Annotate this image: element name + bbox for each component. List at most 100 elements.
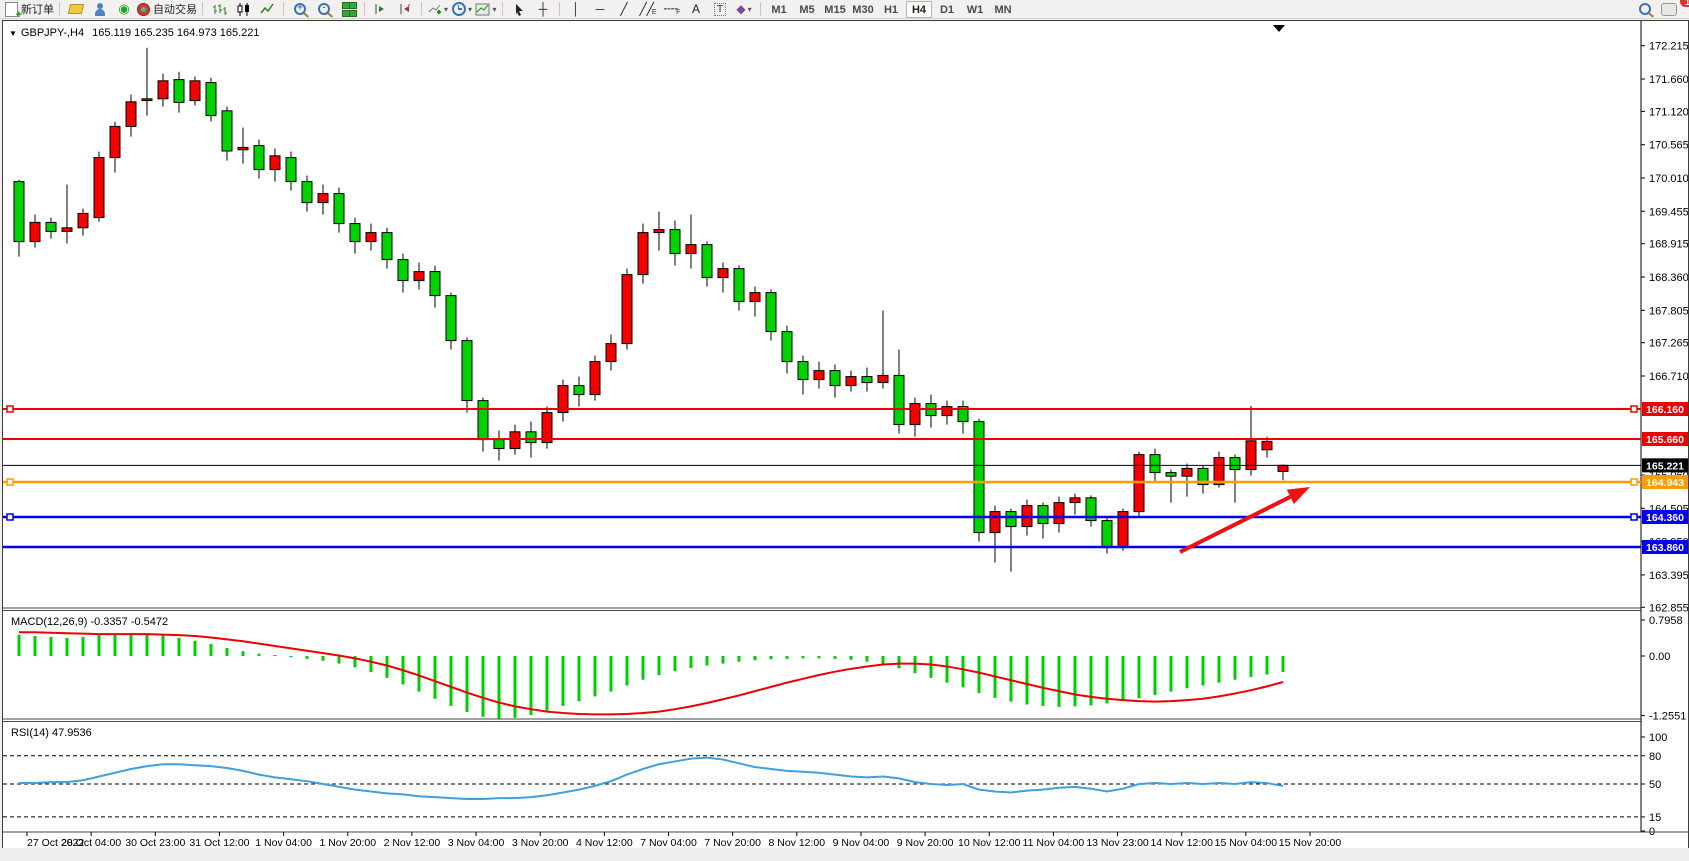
svg-text:0.00: 0.00	[1649, 651, 1670, 663]
signals-button[interactable]: ◉	[113, 1, 135, 18]
indicators-icon	[428, 3, 442, 16]
trendline-button[interactable]: ╱	[613, 1, 635, 18]
equidistant-channel-button[interactable]: ╱╱E	[637, 1, 659, 18]
tile-windows-button[interactable]	[337, 1, 359, 18]
candle	[302, 182, 312, 203]
macd-bar	[962, 656, 965, 687]
chevron-down-icon: ▾	[492, 5, 496, 14]
cursor-icon	[514, 3, 525, 16]
timeframe-MN[interactable]: MN	[990, 1, 1016, 18]
timeframe-M5[interactable]: M5	[794, 1, 820, 18]
svg-text:172.215: 172.215	[1649, 41, 1688, 53]
macd-bar	[194, 641, 197, 656]
candlestick-chart-icon	[236, 3, 251, 16]
indicators-button[interactable]: ▾	[427, 1, 449, 18]
symbol-period-label: GBPJPY-,H4	[21, 27, 84, 39]
macd-bar	[210, 644, 213, 656]
search-icon	[1639, 3, 1651, 15]
vertical-line-button[interactable]: │	[565, 1, 587, 18]
macd-bar	[1026, 656, 1029, 704]
chat-bubble-icon	[1661, 3, 1677, 16]
candle	[606, 344, 616, 362]
candle	[734, 269, 744, 302]
crosshair-icon: ┼	[539, 3, 548, 15]
cursor-button[interactable]	[508, 1, 530, 18]
market-watch-button[interactable]	[65, 1, 87, 18]
svg-text:164.360: 164.360	[1646, 512, 1684, 524]
chart-shift-button[interactable]	[394, 1, 416, 18]
autotrading-button[interactable]: 自动交易	[137, 1, 197, 18]
line-chart-icon	[260, 3, 275, 16]
search-button[interactable]	[1634, 1, 1656, 18]
trend-arrow[interactable]	[1180, 487, 1310, 552]
candle	[1102, 521, 1112, 548]
ohlc-values: 165.119 165.235 164.973 165.221	[92, 27, 259, 39]
line-chart-button[interactable]	[256, 1, 278, 18]
bar-chart-button[interactable]	[208, 1, 230, 18]
macd-bar	[370, 656, 373, 672]
candle	[1182, 468, 1192, 476]
candle	[782, 332, 792, 362]
macd-bar	[290, 656, 293, 657]
notifications-button[interactable]: 1	[1658, 1, 1680, 18]
auto-scroll-icon	[374, 3, 388, 15]
new-order-button[interactable]: + 新订单	[5, 1, 54, 18]
macd-bar	[594, 656, 597, 696]
macd-bar	[498, 656, 501, 719]
autotrading-label: 自动交易	[153, 1, 197, 17]
timeframe-W1[interactable]: W1	[962, 1, 988, 18]
svg-text:8 Nov 12:00: 8 Nov 12:00	[768, 837, 825, 848]
candle	[158, 81, 168, 99]
timeframe-H4[interactable]: H4	[906, 1, 932, 18]
svg-text:171.660: 171.660	[1649, 74, 1688, 86]
timeframe-M15[interactable]: M15	[822, 1, 848, 18]
timeframe-M30[interactable]: M30	[850, 1, 876, 18]
fibonacci-button[interactable]: ╌╌F	[661, 1, 683, 18]
candle	[14, 182, 24, 242]
svg-text:4 Nov 12:00: 4 Nov 12:00	[576, 837, 633, 848]
timeframe-H1[interactable]: H1	[878, 1, 904, 18]
text-button[interactable]: A	[685, 1, 707, 18]
candlestick-chart-button[interactable]	[232, 1, 254, 18]
crosshair-button[interactable]: ┼	[532, 1, 554, 18]
macd-bar	[178, 638, 181, 656]
svg-text:80: 80	[1649, 751, 1661, 763]
separator	[502, 2, 503, 16]
new-order-icon: +	[5, 2, 18, 17]
price-line-164.943[interactable]	[3, 479, 1641, 485]
macd-bar	[1250, 656, 1253, 677]
candle	[174, 80, 184, 103]
svg-text:11 Nov 04:00: 11 Nov 04:00	[1023, 837, 1085, 848]
price-line-164.360[interactable]	[3, 514, 1641, 520]
text-label-button[interactable]: T	[709, 1, 731, 18]
timeframe-M1[interactable]: M1	[766, 1, 792, 18]
macd-bar	[898, 656, 901, 668]
candle	[526, 432, 536, 443]
horizontal-line-button[interactable]: ─	[589, 1, 611, 18]
macd-signal-line	[19, 632, 1283, 714]
zoom-in-button[interactable]: +	[289, 1, 311, 18]
svg-text:15 Nov 04:00: 15 Nov 04:00	[1215, 837, 1278, 848]
templates-button[interactable]: ▾	[475, 1, 497, 18]
chart-window[interactable]: 172.215171.660171.120170.565170.010169.4…	[2, 20, 1689, 849]
candle	[190, 81, 200, 101]
timeframe-group: M1M5M15M30H1H4D1W1MN	[765, 0, 1017, 18]
strategy-tester-button[interactable]	[89, 1, 111, 18]
candle	[814, 371, 824, 380]
macd-bar	[1058, 656, 1061, 707]
chart-canvas[interactable]: 172.215171.660171.120170.565170.010169.4…	[3, 21, 1688, 848]
macd-bar	[114, 634, 117, 656]
price-line-166.160[interactable]	[3, 406, 1641, 412]
zoom-in-icon: +	[294, 3, 306, 15]
window-menu-caret-icon[interactable]: ▼	[9, 29, 17, 38]
macd-bar	[98, 635, 101, 656]
timeframe-D1[interactable]: D1	[934, 1, 960, 18]
macd-bar	[418, 656, 421, 692]
macd-bar	[978, 656, 981, 693]
svg-text:169.455: 169.455	[1649, 206, 1688, 218]
arrows-button[interactable]: ◆▾	[733, 1, 755, 18]
zoom-out-button[interactable]: -	[313, 1, 335, 18]
main-toolbar: + 新订单 ◉ 自动交易 + -	[0, 0, 1689, 19]
periods-button[interactable]: ▾	[451, 1, 473, 18]
auto-scroll-button[interactable]	[370, 1, 392, 18]
